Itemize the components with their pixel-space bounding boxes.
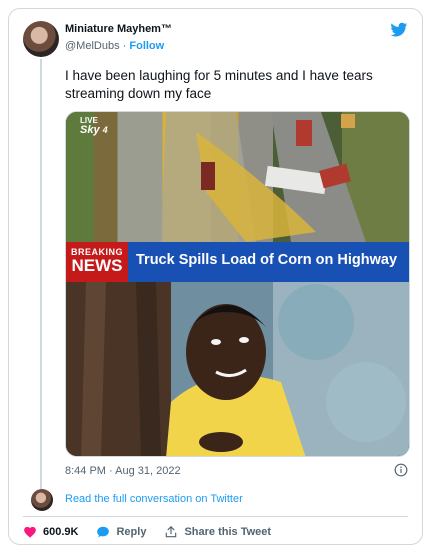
separator: · bbox=[122, 40, 127, 52]
like-button[interactable]: 600.9K bbox=[23, 525, 78, 539]
tweet-media[interactable]: LIVE Sky 4 BREAKING NEWS Truck Spills Lo… bbox=[65, 111, 410, 457]
share-button[interactable]: Share this Tweet bbox=[164, 525, 271, 539]
author-name[interactable]: Miniature Mayhem™ bbox=[65, 23, 172, 35]
share-icon bbox=[166, 526, 177, 538]
channel-label: Sky bbox=[80, 124, 100, 136]
reply-icon bbox=[97, 526, 110, 538]
reply-button[interactable]: Reply bbox=[96, 525, 146, 539]
read-conversation-link[interactable]: Read the full conversation on Twitter bbox=[65, 493, 243, 505]
highway-photo: LIVE Sky 4 bbox=[66, 112, 409, 242]
tweet-text: I have been laughing for 5 minutes and I… bbox=[65, 68, 373, 101]
breaking-news-banner: BREAKING NEWS Truck Spills Load of Corn … bbox=[66, 242, 409, 282]
twitter-bird-icon[interactable] bbox=[390, 21, 408, 39]
author-handle-row: @MelDubs · Follow bbox=[65, 40, 164, 52]
likes-count: 600.9K bbox=[43, 526, 79, 538]
avatar[interactable] bbox=[23, 21, 59, 57]
thread-line bbox=[40, 59, 42, 489]
tweet-card: Miniature Mayhem™ @MelDubs · Follow I ha… bbox=[8, 8, 423, 545]
channel-logo: Sky 4 bbox=[80, 124, 108, 136]
divider bbox=[23, 516, 408, 517]
news-headline: Truck Spills Load of Corn on Highway bbox=[136, 252, 398, 268]
info-icon[interactable] bbox=[394, 463, 408, 477]
boy-scene bbox=[66, 282, 406, 456]
share-label: Share this Tweet bbox=[184, 526, 272, 538]
author-handle[interactable]: @MelDubs bbox=[65, 40, 120, 52]
heart-icon bbox=[24, 526, 36, 538]
tweet-timestamp[interactable]: 8:44 PM · Aug 31, 2022 bbox=[65, 465, 181, 477]
channel-number: 4 bbox=[102, 125, 108, 135]
reply-label: Reply bbox=[116, 526, 147, 538]
follow-link[interactable]: Follow bbox=[129, 40, 164, 52]
boy-laughing-photo bbox=[66, 282, 409, 456]
action-bar: 600.9K Reply Share this Tweet bbox=[23, 523, 289, 541]
reply-avatar[interactable] bbox=[31, 489, 53, 511]
news-label: NEWS bbox=[71, 256, 123, 275]
highway-scene bbox=[161, 112, 366, 242]
breaking-news-badge: BREAKING NEWS bbox=[66, 242, 128, 282]
